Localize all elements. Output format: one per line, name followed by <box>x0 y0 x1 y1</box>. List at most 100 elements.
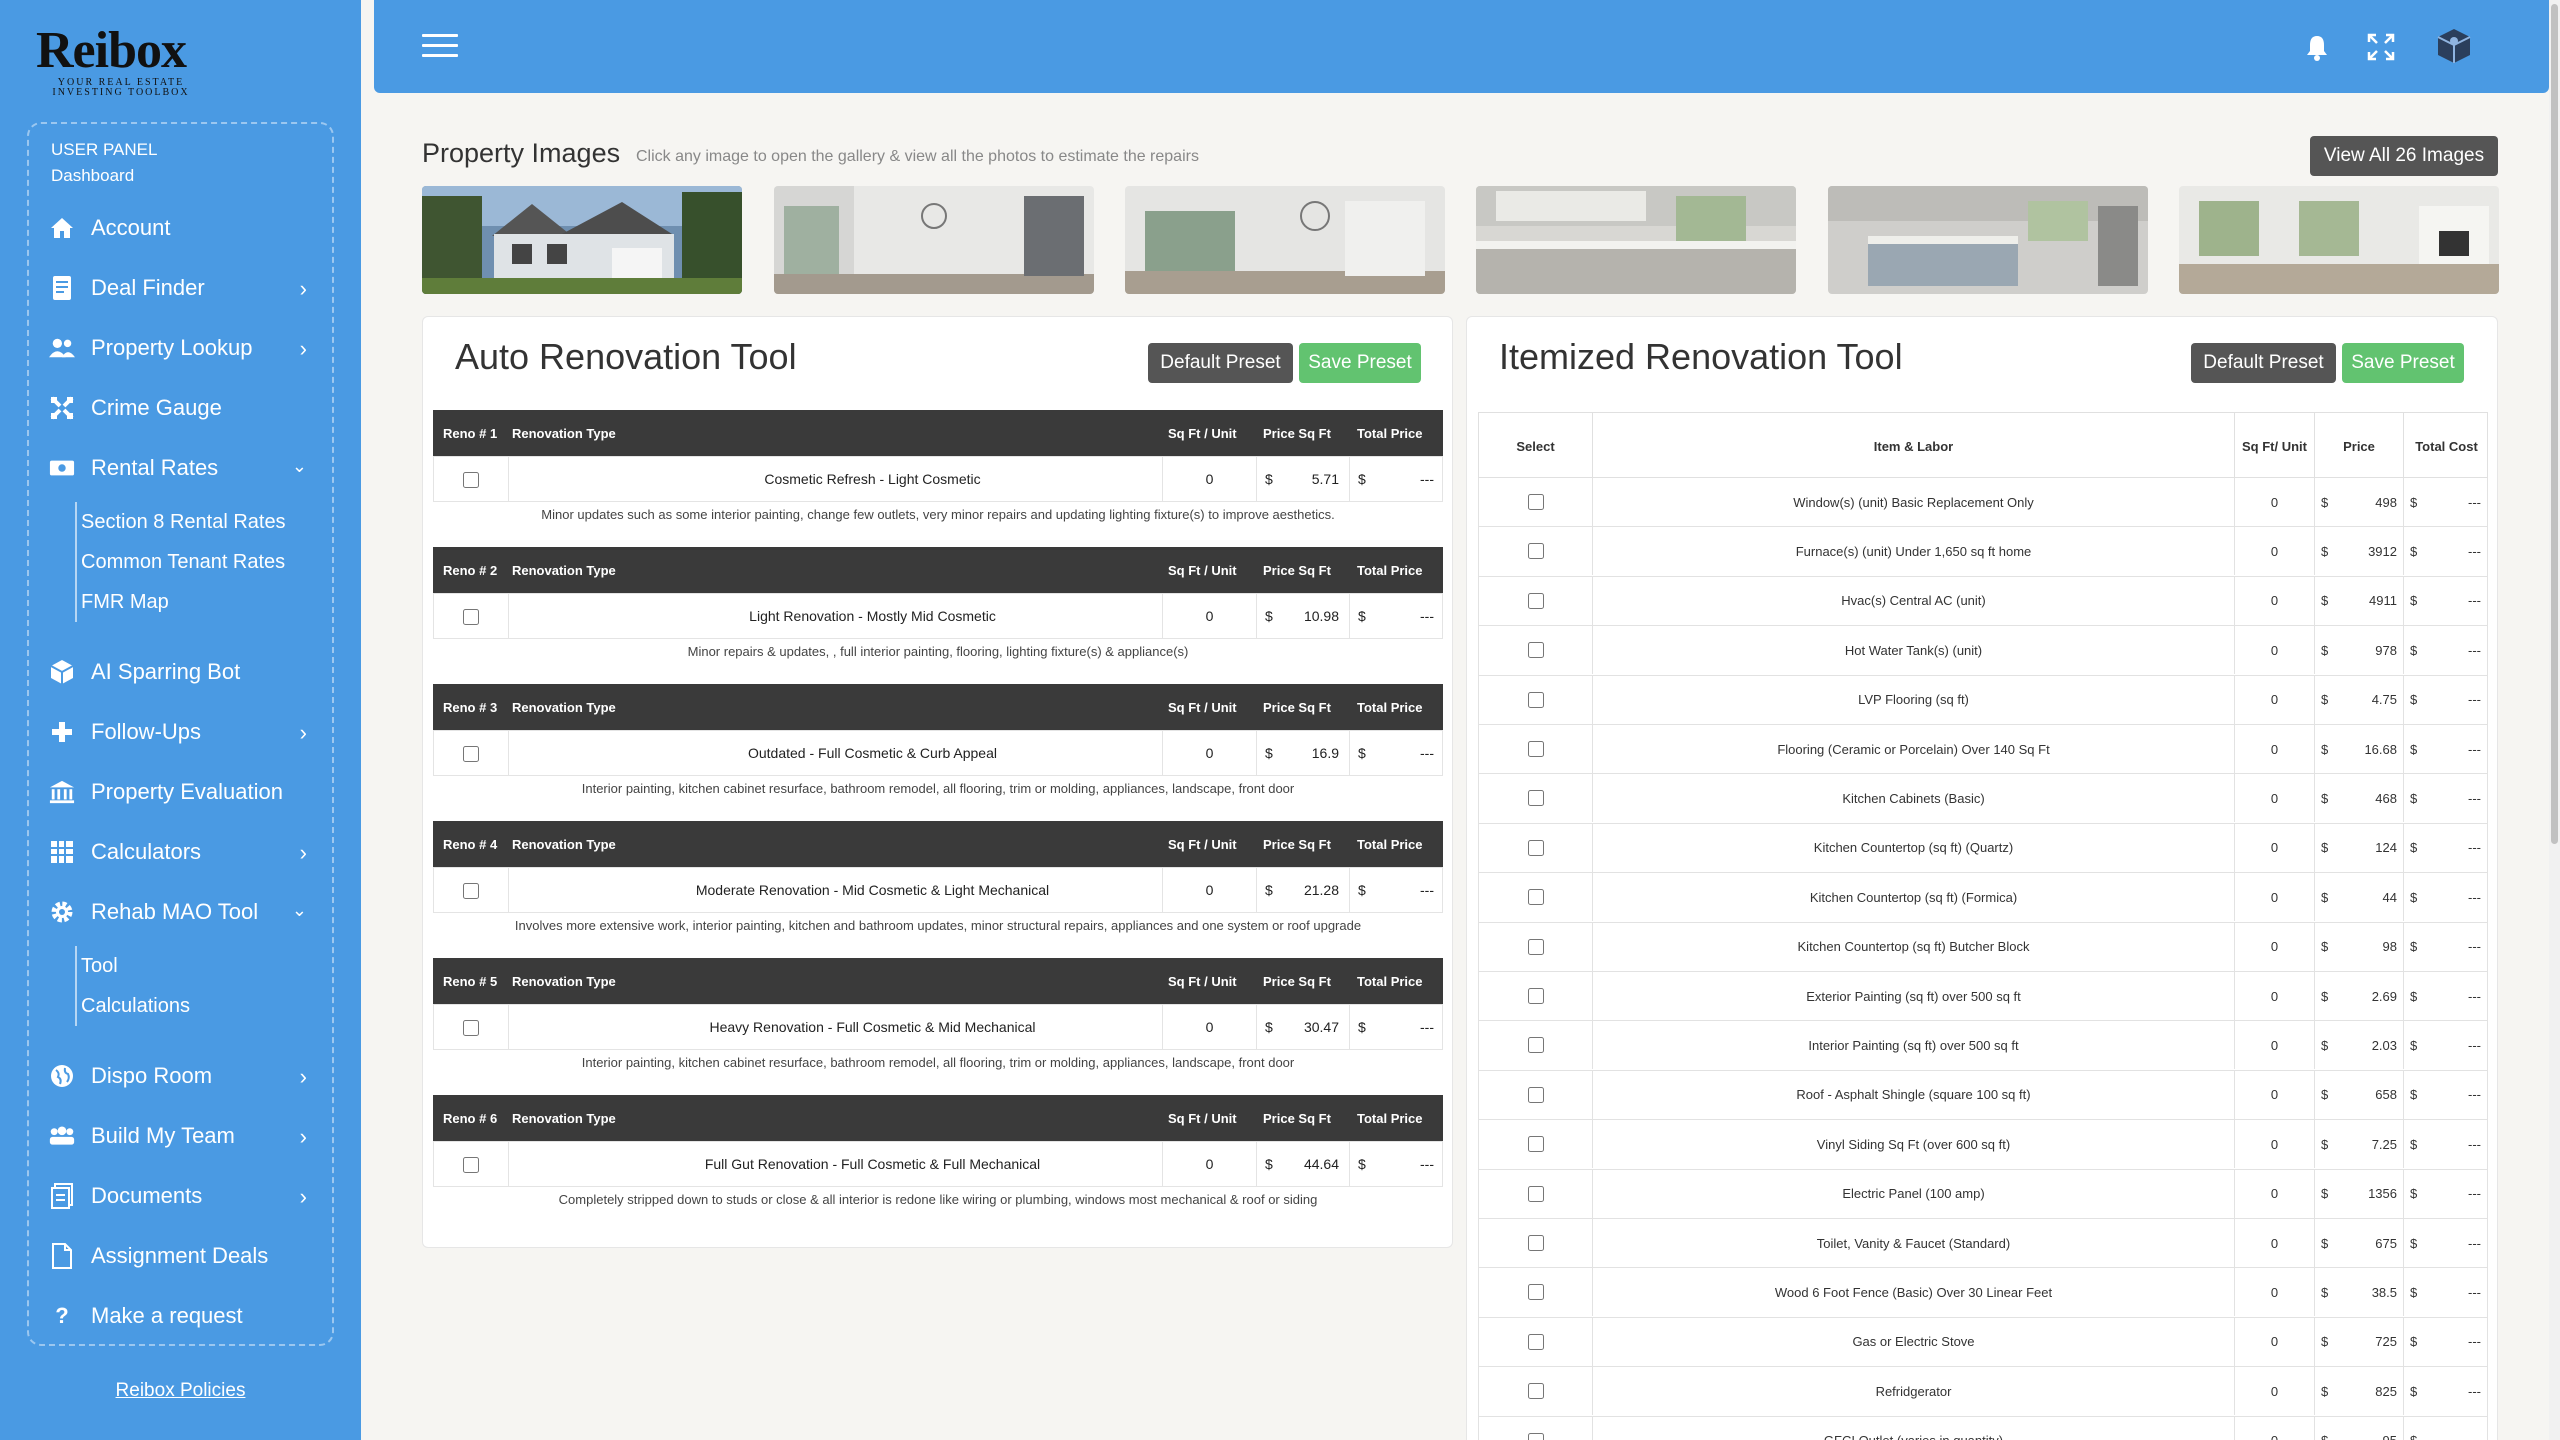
fullscreen-icon[interactable] <box>2364 30 2398 64</box>
sidebar-item-build-my-team[interactable]: Build My Team › <box>49 1116 319 1156</box>
menu-icon[interactable] <box>422 34 458 58</box>
page-scrollbar-thumb[interactable] <box>2551 4 2558 844</box>
item-sqft-input[interactable]: 0 <box>2235 478 2315 526</box>
sqft-input[interactable]: 0 <box>1162 594 1256 638</box>
item-select-checkbox[interactable] <box>1527 592 1544 609</box>
item-sqft-input[interactable]: 0 <box>2235 972 2315 1020</box>
sidebar-item-make-a-request[interactable]: ? Make a request <box>49 1296 319 1336</box>
item-price-input[interactable]: 4.75 <box>2335 675 2404 724</box>
reno-select-checkbox[interactable] <box>463 609 479 625</box>
item-price-input[interactable]: 98 <box>2335 922 2404 971</box>
price-sqft-input[interactable]: 10.98 <box>1276 594 1349 638</box>
item-sqft-input[interactable]: 0 <box>2235 1021 2315 1070</box>
sidebar-item-ai-sparring-bot[interactable]: AI Sparring Bot <box>49 652 319 692</box>
sidebar-item-calculators[interactable]: Calculators › <box>49 832 319 872</box>
item-select-checkbox[interactable] <box>1527 1432 1544 1440</box>
item-select-checkbox[interactable] <box>1527 642 1544 659</box>
sidebar-item-documents[interactable]: Documents › <box>49 1176 319 1216</box>
item-sqft-input[interactable]: 0 <box>2235 1070 2315 1119</box>
item-sqft-input[interactable]: 0 <box>2235 675 2315 724</box>
item-sqft-input[interactable]: 0 <box>2235 626 2315 675</box>
item-price-input[interactable]: 44 <box>2335 873 2404 922</box>
item-price-input[interactable]: 1356 <box>2335 1169 2404 1218</box>
reno-select-checkbox[interactable] <box>463 472 479 488</box>
item-price-input[interactable]: 124 <box>2335 823 2404 872</box>
price-sqft-input[interactable]: 30.47 <box>1276 1005 1349 1049</box>
item-sqft-input[interactable]: 0 <box>2235 1317 2315 1366</box>
item-sqft-input[interactable]: 0 <box>2235 774 2315 823</box>
item-select-checkbox[interactable] <box>1527 1235 1544 1251</box>
item-price-input[interactable]: 2.69 <box>2335 972 2404 1020</box>
item-sqft-input[interactable]: 0 <box>2235 1120 2315 1169</box>
submenu-section8-rental-rates[interactable]: Section 8 Rental Rates <box>81 502 286 542</box>
sqft-input[interactable]: 0 <box>1162 457 1256 501</box>
sidebar-item-deal-finder[interactable]: Deal Finder › <box>49 268 319 308</box>
item-select-checkbox[interactable] <box>1527 1383 1544 1400</box>
item-sqft-input[interactable]: 0 <box>2235 1268 2315 1317</box>
item-price-input[interactable]: 16.68 <box>2335 725 2404 773</box>
sidebar-item-rental-rates[interactable]: Rental Rates ⌄ <box>49 448 319 488</box>
property-photo-dining[interactable] <box>774 186 1094 294</box>
sqft-input[interactable]: 0 <box>1162 1005 1256 1049</box>
item-price-input[interactable]: 725 <box>2335 1317 2404 1366</box>
item-sqft-input[interactable]: 0 <box>2235 922 2315 971</box>
item-sqft-input[interactable]: 0 <box>2235 1219 2315 1267</box>
price-sqft-input[interactable]: 21.28 <box>1276 868 1349 912</box>
itemized-default-preset-button[interactable]: Default Preset <box>2191 343 2336 383</box>
reno-select-checkbox[interactable] <box>463 883 479 899</box>
panel-dashboard-link[interactable]: Dashboard <box>51 164 134 188</box>
sidebar-item-account[interactable]: Account <box>49 208 319 248</box>
sidebar-item-crime-gauge[interactable]: Crime Gauge <box>49 388 319 428</box>
item-sqft-input[interactable]: 0 <box>2235 873 2315 922</box>
item-price-input[interactable]: 498 <box>2335 478 2404 526</box>
item-price-input[interactable]: 675 <box>2335 1219 2404 1267</box>
item-sqft-input[interactable]: 0 <box>2235 1416 2315 1440</box>
item-select-checkbox[interactable] <box>1527 1037 1544 1054</box>
reibox-logo[interactable]: Reibox YOUR REAL ESTATE INVESTING TOOLBO… <box>36 24 216 98</box>
item-price-input[interactable]: 4911 <box>2335 576 2404 625</box>
auto-save-preset-button[interactable]: Save Preset <box>1299 343 1421 383</box>
reibox-policies-link[interactable]: Reibox Policies <box>0 1380 361 1402</box>
submenu-fmr-map[interactable]: FMR Map <box>81 582 169 622</box>
view-all-images-button[interactable]: View All 26 Images <box>2310 136 2498 176</box>
price-sqft-input[interactable]: 16.9 <box>1276 731 1349 775</box>
item-price-input[interactable]: 7.25 <box>2335 1120 2404 1169</box>
sidebar-item-follow-ups[interactable]: Follow-Ups › <box>49 712 319 752</box>
property-photo-living-room[interactable] <box>2179 186 2499 294</box>
sidebar-item-dispo-room[interactable]: Dispo Room › <box>49 1056 319 1096</box>
item-select-checkbox[interactable] <box>1527 790 1544 807</box>
item-price-input[interactable]: 825 <box>2335 1367 2404 1416</box>
reno-select-checkbox[interactable] <box>463 1020 479 1036</box>
item-select-checkbox[interactable] <box>1527 889 1544 906</box>
item-select-checkbox[interactable] <box>1527 1284 1544 1301</box>
auto-default-preset-button[interactable]: Default Preset <box>1148 343 1293 383</box>
item-select-checkbox[interactable] <box>1527 494 1544 510</box>
item-select-checkbox[interactable] <box>1527 741 1544 757</box>
item-price-input[interactable]: 978 <box>2335 626 2404 675</box>
sidebar-item-property-evaluation[interactable]: Property Evaluation <box>49 772 319 812</box>
property-photo-kitchen[interactable] <box>1476 186 1796 294</box>
sqft-input[interactable]: 0 <box>1162 868 1256 912</box>
item-sqft-input[interactable]: 0 <box>2235 527 2315 576</box>
item-select-checkbox[interactable] <box>1527 1136 1544 1153</box>
bell-icon[interactable] <box>2300 30 2334 64</box>
item-price-input[interactable]: 658 <box>2335 1070 2404 1119</box>
item-select-checkbox[interactable] <box>1527 988 1544 1004</box>
item-select-checkbox[interactable] <box>1527 1333 1544 1350</box>
property-photo-exterior[interactable] <box>422 186 742 294</box>
price-sqft-input[interactable]: 44.64 <box>1276 1142 1349 1186</box>
item-select-checkbox[interactable] <box>1527 1185 1544 1202</box>
reno-select-checkbox[interactable] <box>463 1157 479 1173</box>
item-sqft-input[interactable]: 0 <box>2235 823 2315 872</box>
item-sqft-input[interactable]: 0 <box>2235 576 2315 625</box>
item-select-checkbox[interactable] <box>1527 543 1544 560</box>
item-price-input[interactable]: 468 <box>2335 774 2404 823</box>
item-price-input[interactable]: 38.5 <box>2335 1268 2404 1317</box>
sidebar-item-property-lookup[interactable]: Property Lookup › <box>49 328 319 368</box>
price-sqft-input[interactable]: 5.71 <box>1276 457 1349 501</box>
item-select-checkbox[interactable] <box>1527 1086 1544 1103</box>
item-sqft-input[interactable]: 0 <box>2235 725 2315 773</box>
property-photo-dining-windows[interactable] <box>1125 186 1445 294</box>
submenu-calculations[interactable]: Calculations <box>81 986 190 1026</box>
item-select-checkbox[interactable] <box>1527 938 1544 955</box>
